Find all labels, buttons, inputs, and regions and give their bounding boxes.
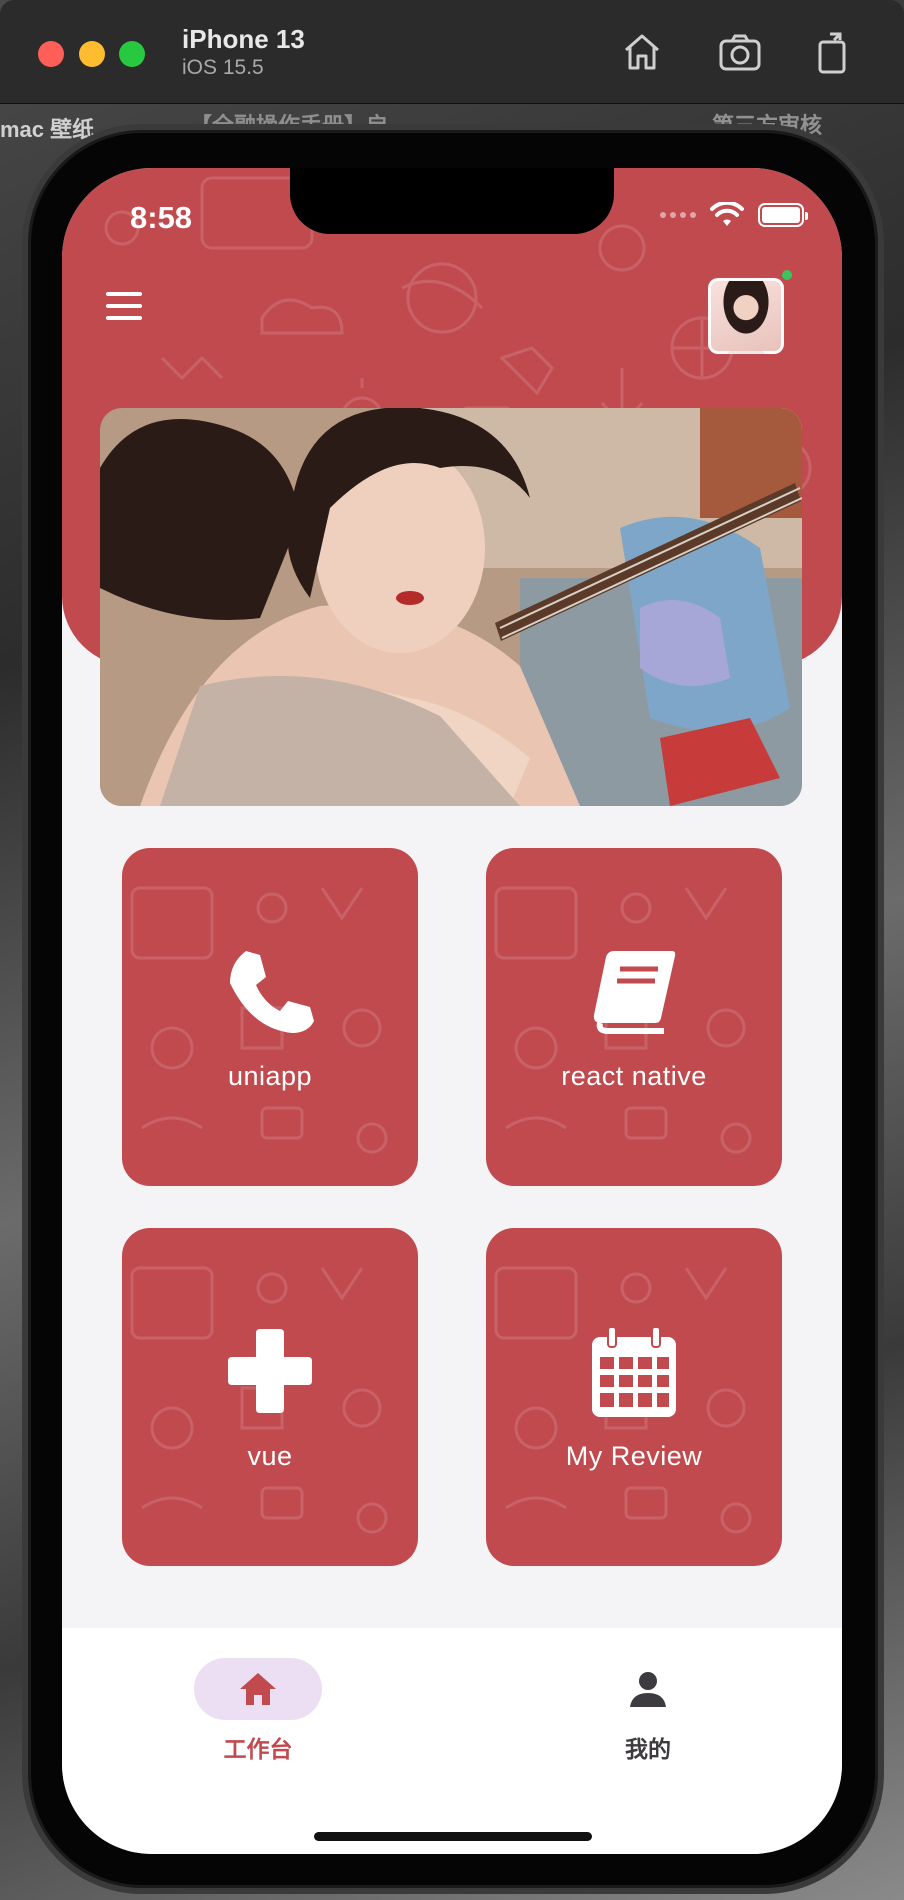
home-icon [240,1673,276,1705]
plus-icon [222,1323,318,1419]
banner-image[interactable] [100,408,802,806]
hamburger-menu-icon[interactable] [106,292,146,322]
phone-screen: 8:58 uniapp react native vue My Review 工… [62,168,842,1854]
simulator-title-bar: iPhone 13 iOS 15.5 [0,0,904,104]
calendar-icon [586,1323,682,1419]
device-name: iPhone 13 [182,24,305,54]
close-window-button[interactable] [38,41,64,67]
banner-illustration [100,408,802,806]
tile-label: My Review [565,1440,703,1471]
person-icon [630,1672,666,1707]
minimize-window-button[interactable] [79,41,105,67]
cellular-signal-icon [660,212,696,218]
home-icon[interactable] [618,28,666,76]
home-indicator [314,1832,592,1841]
tab-workbench[interactable]: 工作台 [158,1658,358,1778]
screenshot-icon[interactable] [716,28,764,76]
wifi-icon [710,202,744,228]
tile-label: react native [561,1060,707,1091]
tab-label: 我的 [625,1737,671,1763]
tile-label: uniapp [227,1060,313,1091]
tile-uniapp[interactable]: uniapp [122,848,418,1186]
rotate-icon[interactable] [808,28,856,76]
tab-icon-wrap [584,1658,712,1720]
tile-react-native[interactable]: react native [486,848,782,1186]
tile-my-review[interactable]: My Review [486,1228,782,1566]
device-notch [290,168,614,234]
tile-vue[interactable]: vue [122,1228,418,1566]
user-avatar[interactable] [708,278,784,354]
status-time: 8:58 [130,200,193,235]
tab-mine[interactable]: 我的 [548,1658,748,1778]
phone-icon [222,943,318,1039]
status-icons [660,202,808,228]
tab-active-indicator [194,1658,322,1720]
online-status-dot [780,268,794,282]
bottom-tab-bar: 工作台 我的 [62,1628,842,1854]
tile-label: vue [247,1440,293,1471]
os-version: iOS 15.5 [182,56,264,79]
book-icon [586,943,682,1039]
zoom-window-button[interactable] [119,41,145,67]
tab-label: 工作台 [223,1737,293,1763]
desktop-text-left: mac 壁纸 [0,117,95,142]
battery-icon [758,203,808,227]
